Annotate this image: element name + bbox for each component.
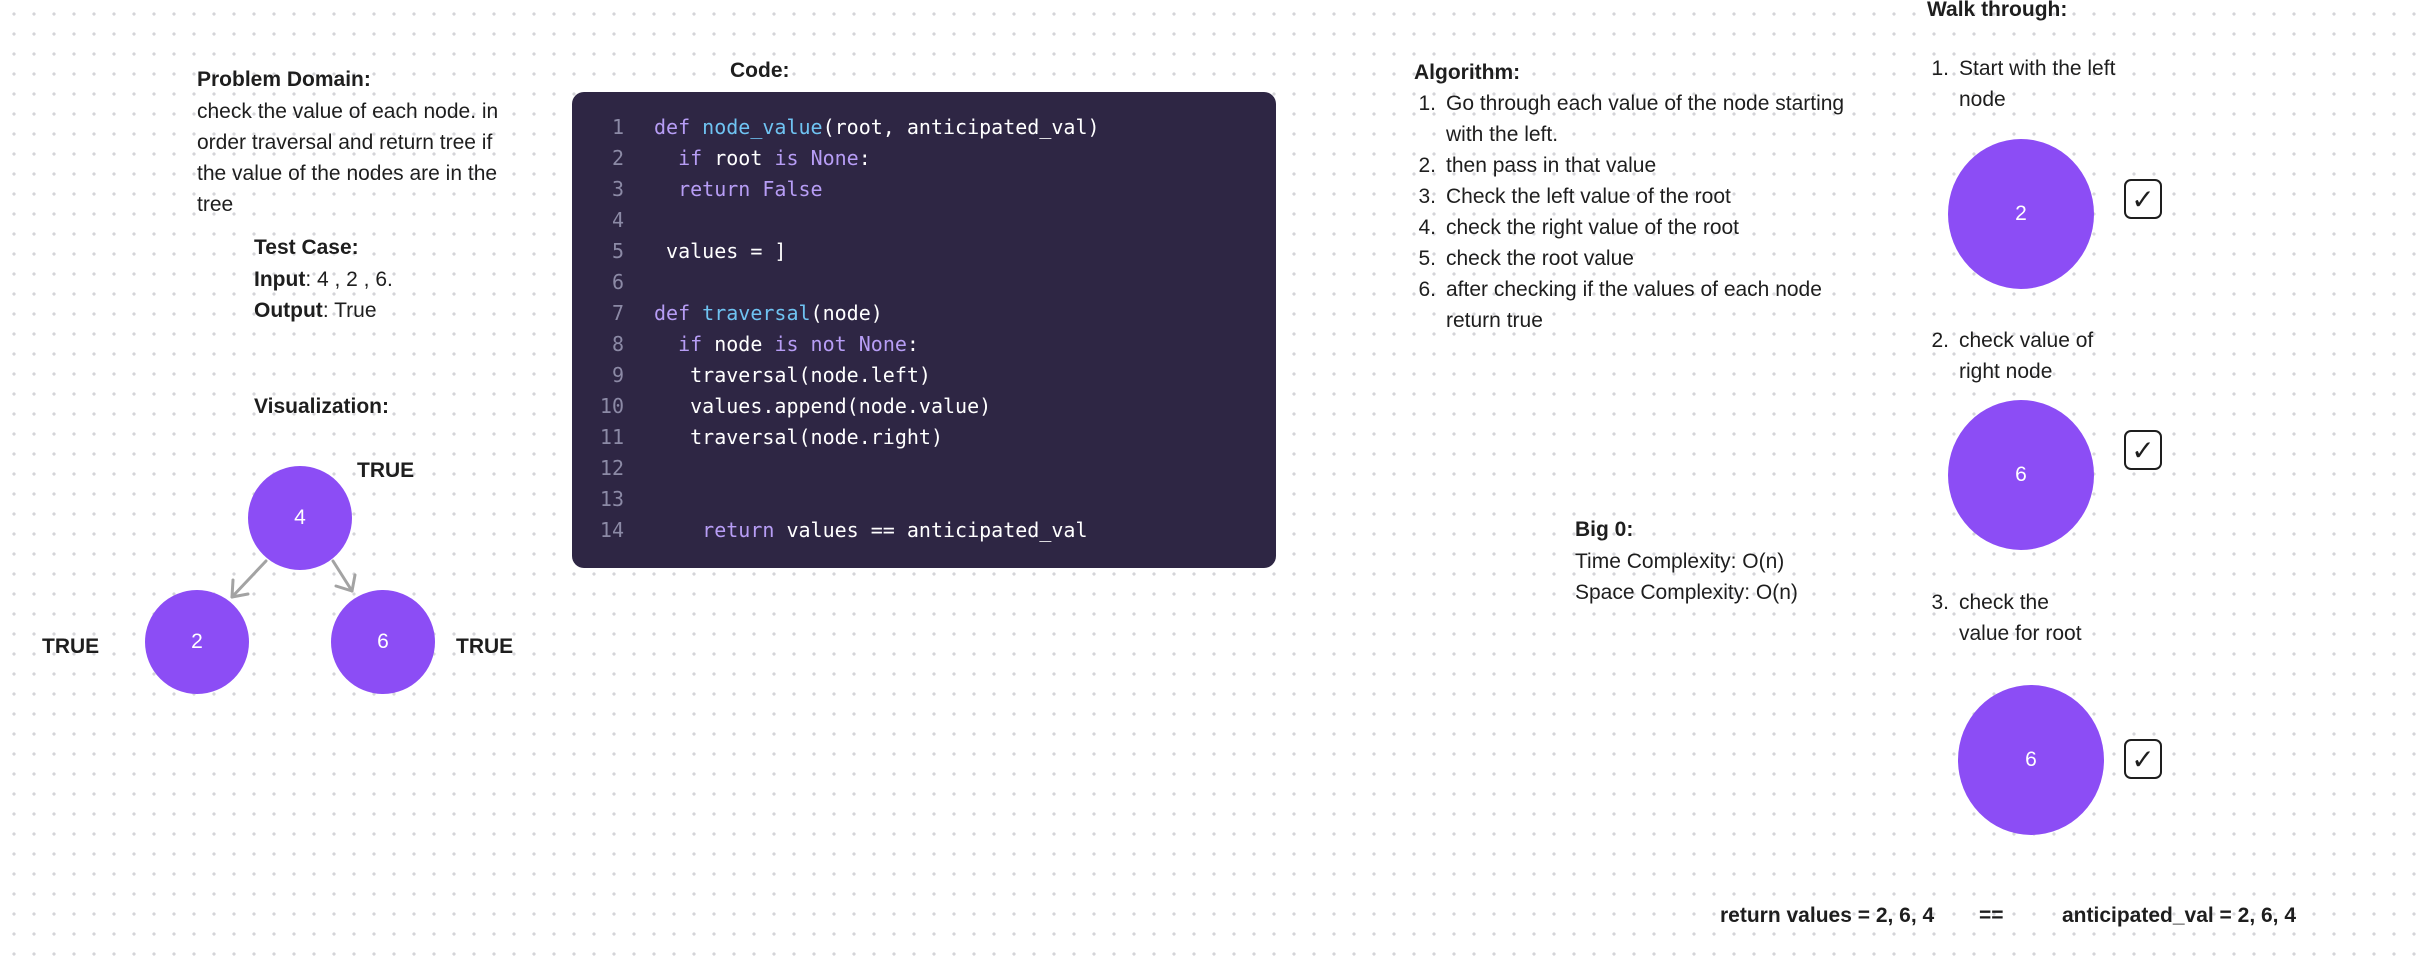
- walkthrough-heading: Walk through:: [1927, 0, 2068, 21]
- code-token: is not: [774, 332, 859, 356]
- line-number: 9: [611, 363, 624, 387]
- code-token: traversal: [702, 301, 811, 325]
- walkthrough-step: 2. check value of right node: [1931, 329, 2094, 383]
- algorithm-step: 6. after checking if the values of each n…: [1418, 278, 1822, 332]
- check-icon: ✓: [2124, 430, 2162, 470]
- walkthrough-step: 3. check the value for root: [1931, 591, 2082, 645]
- algorithm-step: 3. Check the left value of the root: [1418, 185, 1731, 208]
- result-right: anticipated_val = 2, 6, 4: [2062, 904, 2297, 927]
- line-number: 2: [611, 146, 624, 170]
- code-token: traversal(node.left): [654, 363, 931, 387]
- code-token: return False: [654, 177, 823, 201]
- result-left: return values = 2, 6, 4: [1720, 904, 1935, 927]
- result-operator: ==: [1979, 904, 2004, 927]
- code-token: return: [654, 518, 787, 542]
- code-token: node_value: [702, 115, 823, 139]
- check-icon: ✓: [2124, 179, 2162, 219]
- algorithm-step: 1. Go through each value of the node star…: [1418, 92, 1845, 146]
- left-edge-arrow: [230, 559, 268, 599]
- line-number: 3: [611, 177, 624, 201]
- line-number: 6: [611, 270, 624, 294]
- big-o-heading: Big 0:: [1575, 518, 1634, 541]
- line-number: 1: [611, 115, 624, 139]
- walkthrough-step-1: 1. Start with the left node: [1927, 53, 2127, 115]
- code-token: values = ]: [654, 239, 787, 263]
- code-token: is: [774, 146, 811, 170]
- code-heading: Code:: [730, 59, 790, 82]
- line-number: 5: [611, 239, 624, 263]
- walkthrough-step-2: 2. check value of right node: [1927, 325, 2127, 387]
- line-number: 14: [599, 518, 624, 542]
- algorithm-heading: Algorithm:: [1414, 61, 1521, 84]
- walkthrough-node-3: 6: [1958, 685, 2104, 835]
- check-icon: ✓: [2124, 739, 2162, 779]
- time-complexity: Time Complexity: O(n): [1575, 550, 1785, 573]
- code-token: values.append(node.value): [654, 394, 992, 418]
- code-token: traversal(node.right): [654, 425, 943, 449]
- code-token: def: [654, 115, 703, 139]
- code-token: :: [906, 332, 919, 356]
- algorithm-step: 5. check the root value: [1418, 247, 1634, 270]
- walkthrough-node-2: 6: [1948, 400, 2094, 550]
- algorithm-step: 2. then pass in that value: [1418, 154, 1657, 177]
- walkthrough-step-3: 3. check the value for root: [1927, 587, 2097, 649]
- code-token: root: [714, 146, 775, 170]
- space-complexity: Space Complexity: O(n): [1575, 581, 1798, 604]
- code-token: node: [714, 332, 775, 356]
- algorithm-list: 1. Go through each value of the node star…: [1414, 88, 1874, 336]
- walkthrough-step: 1. Start with the left node: [1931, 57, 2116, 111]
- tree-edges: [230, 559, 357, 599]
- code-token: None: [810, 146, 859, 170]
- code-token: if: [654, 332, 715, 356]
- code-token: (node): [810, 301, 883, 325]
- line-number: 11: [599, 425, 624, 449]
- code-token: :: [858, 146, 871, 170]
- code-token: def: [654, 301, 703, 325]
- algorithm-step: 4. check the right value of the root: [1418, 216, 1740, 239]
- line-number: 13: [599, 487, 624, 511]
- line-number: 12: [599, 456, 624, 480]
- line-number: 8: [611, 332, 624, 356]
- line-number: 7: [611, 301, 624, 325]
- code-token: None: [858, 332, 907, 356]
- code-token: (root, anticipated_val): [822, 115, 1100, 139]
- code-panel: 1 def node_value(root, anticipated_val) 2…: [572, 92, 1276, 568]
- walkthrough-node-1: 2: [1948, 139, 2094, 289]
- code-token: if: [654, 146, 715, 170]
- code-token: values == anticipated_val: [786, 518, 1088, 542]
- line-number: 10: [599, 394, 624, 418]
- line-number: 4: [611, 208, 624, 232]
